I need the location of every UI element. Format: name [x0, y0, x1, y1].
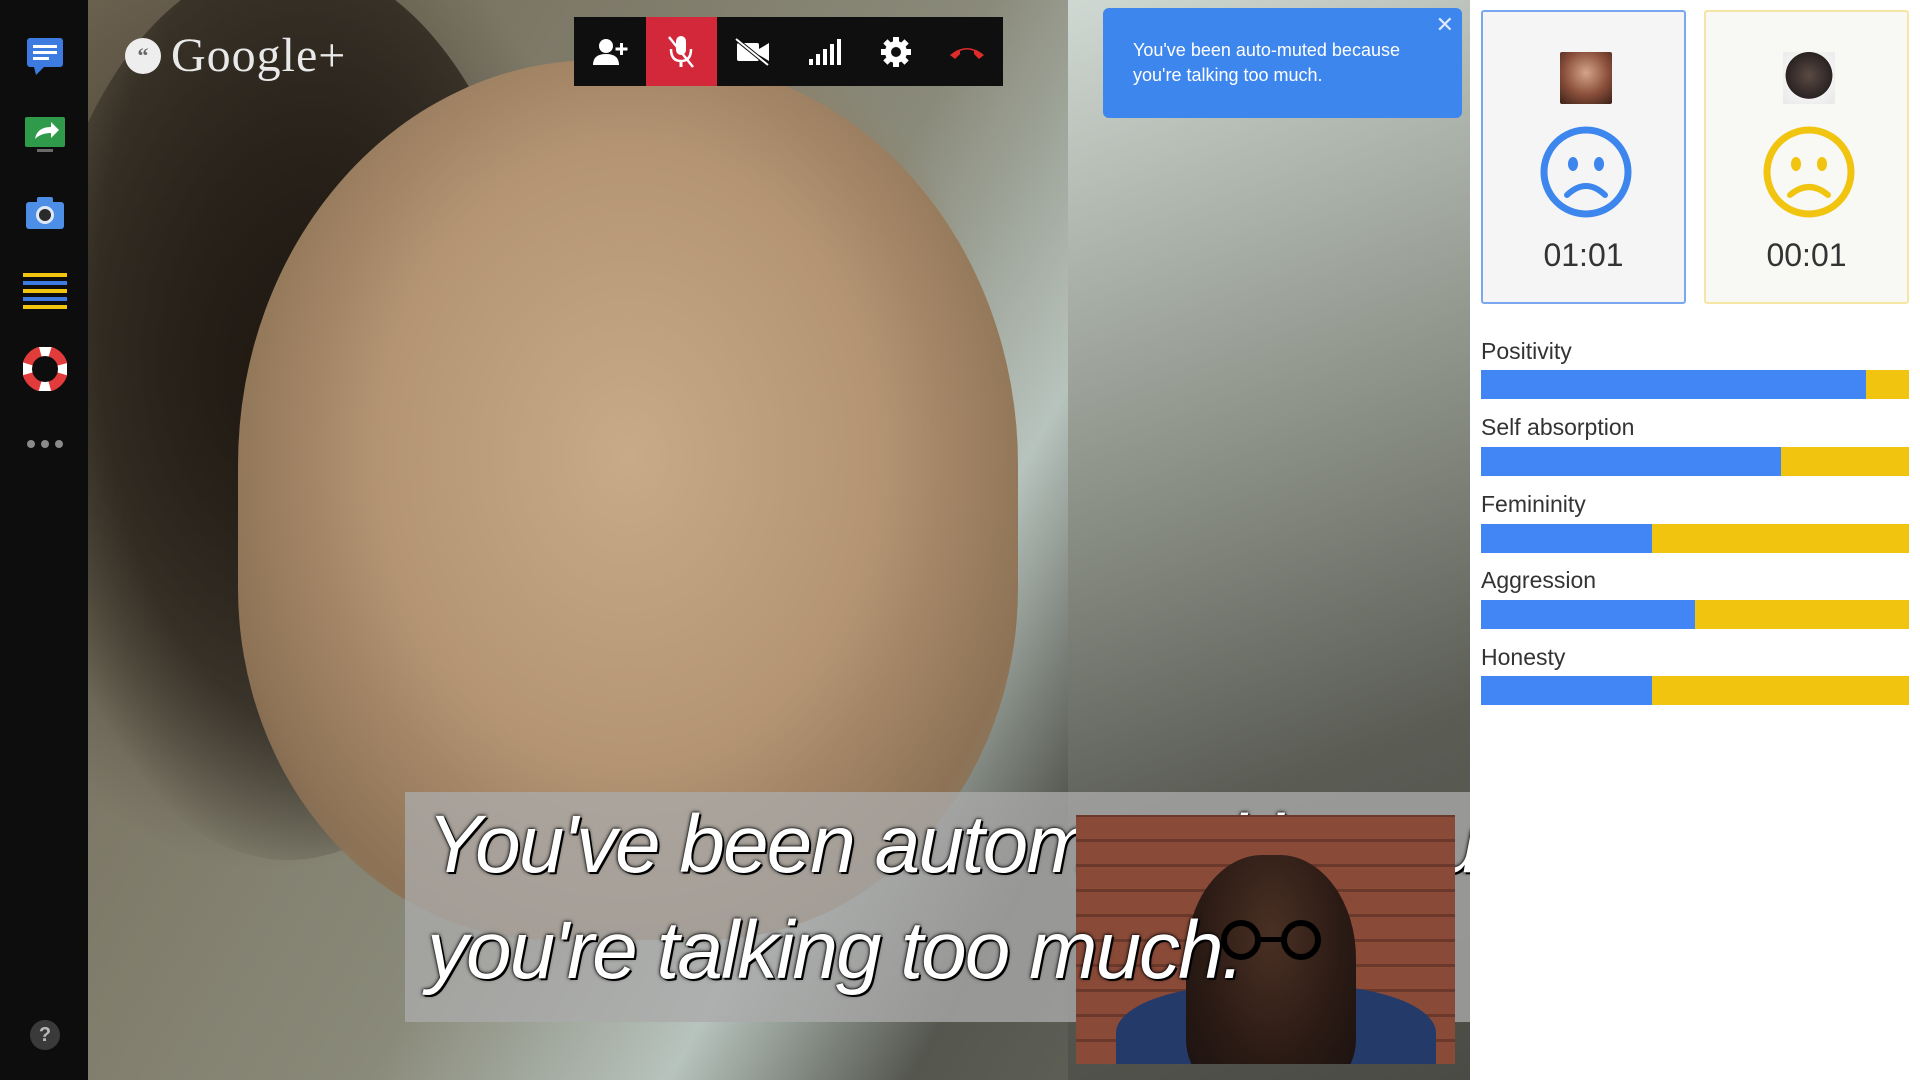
camera-button[interactable] — [717, 17, 789, 86]
avatar — [1560, 52, 1612, 104]
help-button[interactable]: ? — [22, 1012, 68, 1058]
hangouts-logo-icon: “ — [125, 37, 161, 74]
help-ring-icon[interactable] — [22, 346, 68, 392]
camera-icon[interactable] — [22, 190, 68, 236]
notification-text: You've been auto-muted because you're ta… — [1133, 40, 1400, 85]
metric-label-femininity: Femininity — [1481, 491, 1586, 517]
metric-fill — [1481, 600, 1695, 629]
add-person-icon — [592, 38, 628, 65]
metric-label-aggression: Aggression — [1481, 567, 1597, 593]
close-icon[interactable]: ✕ — [1436, 12, 1454, 37]
bandwidth-button[interactable] — [789, 17, 861, 86]
talk-time: 00:01 — [1766, 237, 1847, 273]
metric-bar-honesty — [1481, 676, 1909, 705]
metric-bar-positivity — [1481, 370, 1909, 399]
talk-time: 01:01 — [1543, 237, 1624, 273]
phone-hangup-icon — [950, 47, 985, 59]
screenshare-icon[interactable] — [22, 111, 68, 157]
sad-face-icon — [1540, 126, 1632, 218]
metric-label-honesty: Honesty — [1481, 644, 1566, 670]
metric-bar-aggression — [1481, 600, 1909, 629]
metric-fill — [1481, 524, 1653, 553]
call-toolbar — [574, 17, 1003, 86]
participant-card-1[interactable]: 01:01 — [1481, 10, 1686, 304]
participant-card-2[interactable]: 00:01 — [1704, 10, 1909, 304]
metric-fill — [1481, 676, 1653, 705]
metric-label-self-absorption: Self absorption — [1481, 414, 1635, 440]
video-off-icon — [734, 36, 770, 67]
logo-text: Google+ — [171, 29, 347, 82]
self-view-video — [1076, 815, 1455, 1064]
mute-button[interactable] — [645, 17, 717, 86]
help-label: ? — [30, 1020, 60, 1050]
invite-button[interactable] — [574, 17, 646, 86]
chat-icon[interactable] — [22, 33, 68, 79]
metric-label-positivity: Positivity — [1481, 338, 1572, 364]
more-icon[interactable] — [22, 421, 68, 467]
metric-bar-femininity — [1481, 524, 1909, 553]
hangup-button[interactable] — [932, 17, 1004, 86]
metric-bar-self-absorption — [1481, 447, 1909, 476]
avatar — [1783, 52, 1835, 104]
list-icon[interactable] — [22, 268, 68, 314]
app-sidebar: ? — [0, 0, 88, 1080]
sad-face-icon — [1763, 126, 1855, 218]
auto-mute-notification: You've been auto-muted because you're ta… — [1103, 8, 1462, 118]
gear-icon — [880, 36, 911, 67]
mic-off-icon — [668, 35, 695, 68]
settings-button[interactable] — [860, 17, 932, 86]
metric-fill — [1481, 447, 1781, 476]
google-plus-logo: “ Google+ — [125, 28, 346, 83]
glasses-shape — [1221, 920, 1321, 960]
signal-bars-icon — [809, 38, 842, 65]
metric-fill — [1481, 370, 1867, 399]
